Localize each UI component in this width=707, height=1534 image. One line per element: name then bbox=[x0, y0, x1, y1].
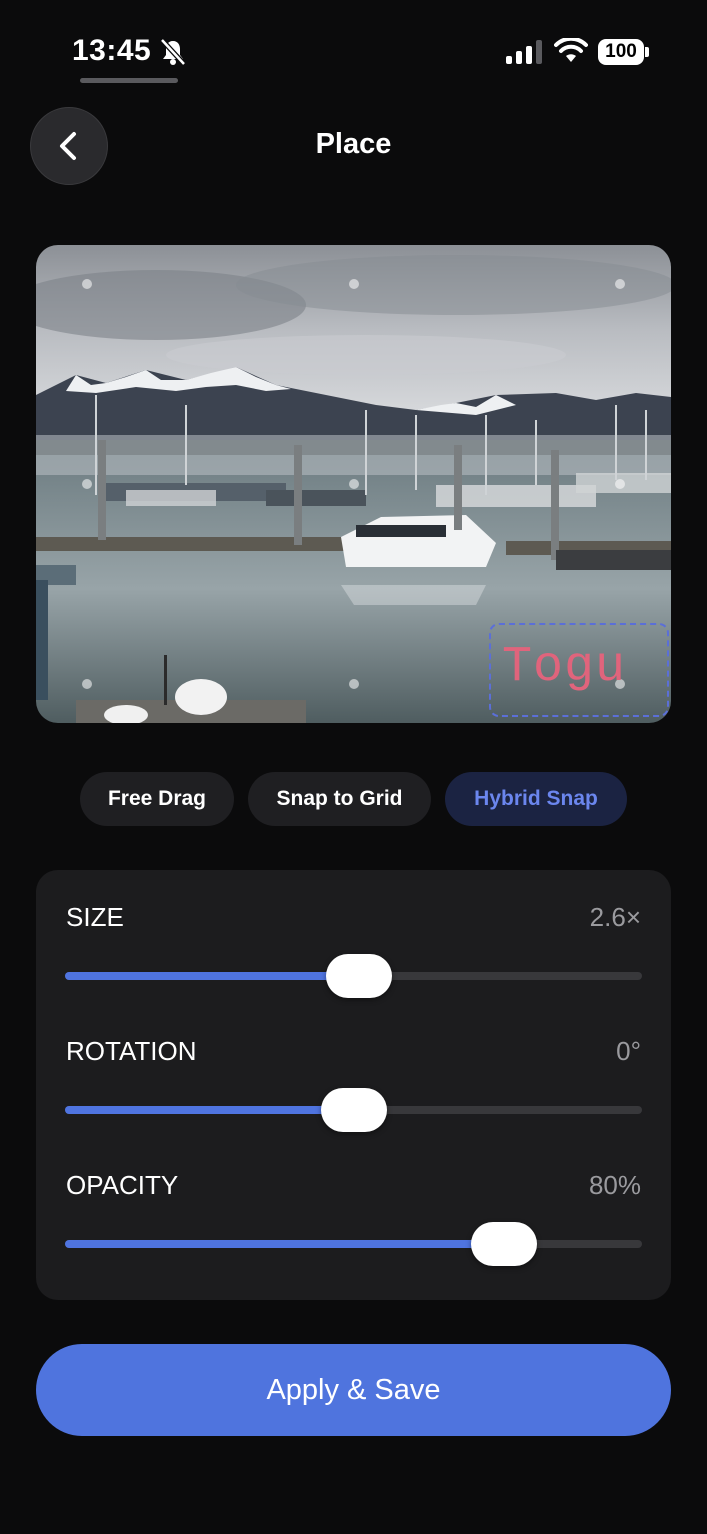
place-screen: 13:45 100 Place Togu Free Drag Snap to G… bbox=[0, 0, 707, 1534]
photo-preview[interactable]: Togu bbox=[36, 245, 671, 723]
mode-snap-to-grid-button[interactable]: Snap to Grid bbox=[248, 772, 431, 826]
apply-save-button[interactable]: Apply & Save bbox=[36, 1344, 671, 1436]
opacity-slider-thumb[interactable] bbox=[470, 1222, 537, 1266]
grid-dot bbox=[615, 479, 625, 489]
grid-dot bbox=[82, 479, 92, 489]
size-value: 2.6× bbox=[589, 902, 641, 932]
wifi-icon bbox=[554, 38, 588, 62]
rotation-value: 0° bbox=[616, 1036, 641, 1066]
rotation-slider[interactable] bbox=[65, 1088, 642, 1132]
grid-dot bbox=[82, 679, 92, 689]
watermark-text[interactable]: Togu bbox=[502, 639, 626, 696]
mode-free-drag-button[interactable]: Free Drag bbox=[80, 772, 234, 826]
grid-dot bbox=[82, 279, 92, 289]
bell-slash-icon bbox=[160, 38, 186, 66]
rotation-slider-fill bbox=[65, 1106, 354, 1114]
rotation-label: ROTATION bbox=[66, 1036, 197, 1066]
grid-dot bbox=[615, 279, 625, 289]
page-title: Place bbox=[315, 128, 392, 160]
status-time: 13:45 bbox=[72, 34, 152, 67]
size-slider[interactable] bbox=[65, 954, 642, 998]
grid-dot bbox=[349, 679, 359, 689]
size-slider-fill bbox=[65, 972, 360, 980]
grid-dot bbox=[349, 479, 359, 489]
battery-icon: 100 bbox=[598, 39, 644, 65]
battery-cap bbox=[645, 47, 649, 57]
screen-indicator bbox=[80, 78, 178, 83]
opacity-value: 80% bbox=[588, 1170, 641, 1200]
opacity-label: OPACITY bbox=[66, 1170, 179, 1200]
grid-dot bbox=[349, 279, 359, 289]
size-slider-thumb[interactable] bbox=[326, 954, 393, 998]
opacity-slider-fill bbox=[65, 1240, 504, 1248]
adjustments-panel: SIZE 2.6× ROTATION 0° OPACITY 80% bbox=[36, 870, 671, 1300]
size-label: SIZE bbox=[66, 902, 124, 932]
opacity-slider[interactable] bbox=[65, 1222, 642, 1266]
mode-hybrid-snap-button[interactable]: Hybrid Snap bbox=[445, 772, 627, 826]
rotation-slider-thumb[interactable] bbox=[320, 1088, 387, 1132]
cellular-signal-icon bbox=[506, 40, 542, 64]
